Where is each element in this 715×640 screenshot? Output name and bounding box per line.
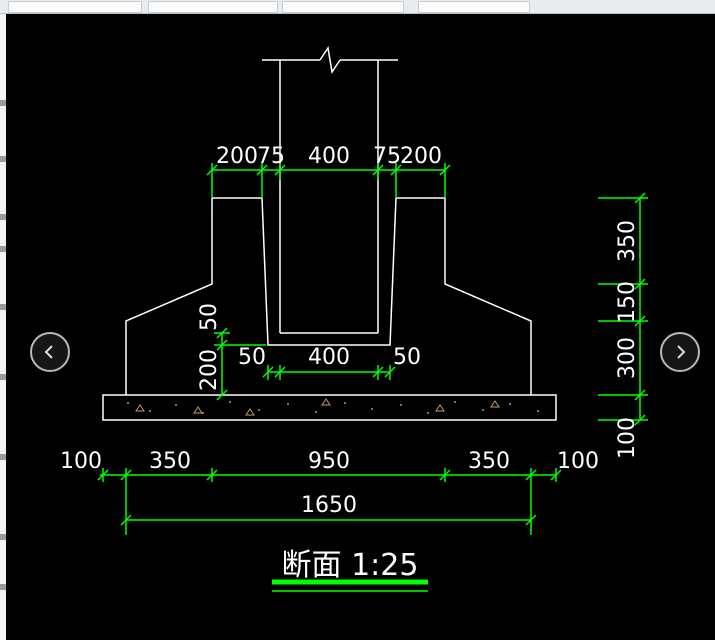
next-image-button[interactable] <box>660 332 700 372</box>
chevron-right-icon <box>677 345 686 359</box>
dim-right-h4: 100 <box>615 417 640 459</box>
section-title-group: 断面 1:25 <box>272 548 428 592</box>
dim-top-right-flange: 200 <box>400 144 442 169</box>
dim-top-left-flange: 200 <box>216 144 258 169</box>
column-outline <box>262 46 398 334</box>
cushion-layer <box>102 394 557 421</box>
section-title: 断面 1:25 <box>282 548 419 583</box>
dim-bottom-opening: 400 <box>308 345 350 370</box>
dim-base-left-overhang: 100 <box>60 449 102 474</box>
cad-viewport: 200 75 400 75 200 350 150 300 100 50 200… <box>0 0 715 640</box>
section-drawing: 200 75 400 75 200 350 150 300 100 50 200… <box>60 46 648 592</box>
dim-left-v-small: 50 <box>197 303 222 331</box>
dim-base-middle: 950 <box>308 449 350 474</box>
dimension-lines <box>97 163 648 535</box>
prev-image-button[interactable] <box>30 332 70 372</box>
dim-base-left-slope: 350 <box>149 449 191 474</box>
dim-right-h1: 350 <box>615 220 640 262</box>
dim-bottom-left-gap: 50 <box>238 345 266 370</box>
dim-total-width: 1650 <box>301 493 357 518</box>
dim-top-left-gap: 75 <box>257 144 285 169</box>
dim-right-h3: 300 <box>615 337 640 379</box>
dim-top-opening: 400 <box>308 144 350 169</box>
dim-base-right-overhang: 100 <box>557 449 599 474</box>
dim-bottom-right-gap: 50 <box>393 345 421 370</box>
dim-top-right-gap: 75 <box>373 144 401 169</box>
dimension-labels: 200 75 400 75 200 350 150 300 100 50 200… <box>60 144 640 518</box>
dim-right-h2: 150 <box>615 281 640 323</box>
dim-base-right-slope: 350 <box>468 449 510 474</box>
dim-left-v-large: 200 <box>197 349 222 391</box>
chevron-left-icon <box>44 345 53 359</box>
